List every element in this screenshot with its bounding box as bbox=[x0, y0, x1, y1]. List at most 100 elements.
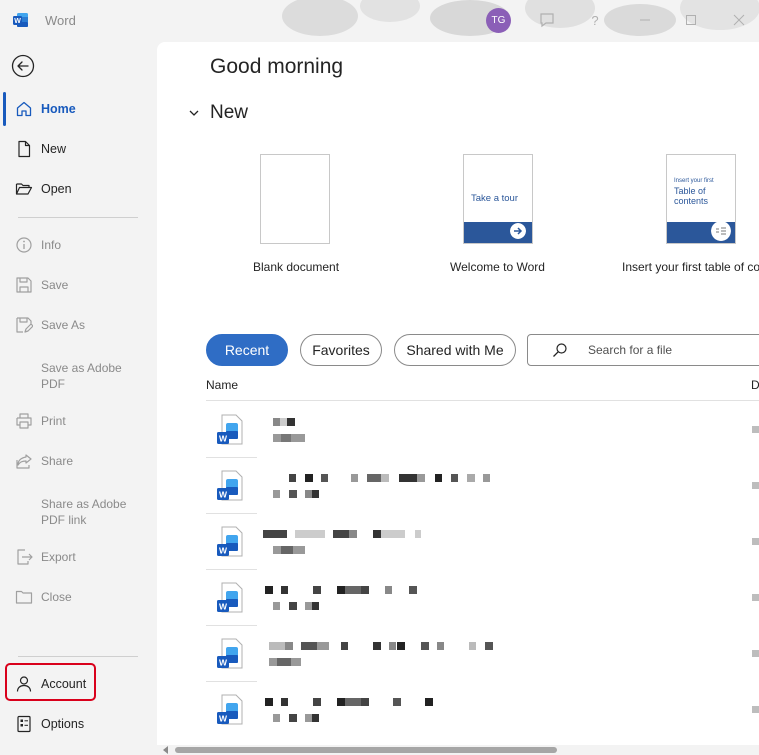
app-title: Word bbox=[45, 13, 76, 28]
sidebar-item-save-as[interactable]: Save As bbox=[0, 308, 157, 342]
folder-open-icon bbox=[15, 183, 33, 195]
pixelated-file-name bbox=[273, 418, 305, 442]
new-document-icon bbox=[18, 140, 31, 158]
word-file-icon: W bbox=[217, 638, 243, 669]
sidebar-item-label: Info bbox=[41, 238, 62, 252]
table-row[interactable]: W bbox=[206, 682, 759, 738]
sidebar-item-home[interactable]: Home bbox=[0, 92, 157, 126]
sidebar-item-export[interactable]: Export bbox=[0, 540, 157, 574]
welcome-template-thumbnail[interactable]: Take a tour bbox=[463, 154, 533, 244]
date-value bbox=[752, 706, 759, 713]
svg-text:W: W bbox=[219, 434, 228, 444]
maximize-icon[interactable] bbox=[682, 11, 700, 29]
pixelated-file-name bbox=[273, 474, 490, 498]
table-row[interactable]: W bbox=[206, 570, 759, 626]
sidebar-item-label: Print bbox=[41, 414, 66, 428]
horizontal-scrollbar[interactable] bbox=[157, 745, 759, 755]
help-icon[interactable]: ? bbox=[586, 11, 604, 29]
thumbnail-text: Take a tour bbox=[471, 193, 518, 204]
template-label: Blank document bbox=[253, 260, 340, 274]
word-app-icon: W bbox=[13, 13, 28, 27]
date-value bbox=[752, 426, 759, 433]
sidebar-item-label: Account bbox=[41, 677, 87, 691]
header-divider bbox=[206, 400, 759, 401]
sidebar-item-info[interactable]: Info bbox=[0, 228, 157, 262]
sidebar-item-share[interactable]: Share bbox=[0, 444, 157, 478]
scrollbar-thumb[interactable] bbox=[175, 747, 557, 753]
sidebar-item-label: Share bbox=[41, 454, 74, 468]
tab-recent[interactable]: Recent bbox=[206, 334, 288, 366]
home-icon bbox=[16, 101, 32, 117]
arrow-right-icon bbox=[510, 223, 526, 239]
toc-template-thumbnail[interactable]: Insert your first Table of contents bbox=[666, 154, 736, 244]
printer-icon bbox=[16, 413, 32, 429]
sidebar-item-label: Save as Adobe PDF bbox=[41, 361, 122, 391]
table-row[interactable]: W bbox=[206, 626, 759, 682]
table-row[interactable]: W bbox=[206, 402, 759, 458]
column-header-date[interactable]: D bbox=[751, 378, 759, 392]
scroll-left-icon[interactable] bbox=[163, 746, 168, 754]
sidebar-item-options[interactable]: Options bbox=[0, 707, 157, 741]
share-icon bbox=[16, 454, 32, 469]
pixelated-file-name bbox=[265, 586, 417, 610]
template-label: Welcome to Word bbox=[450, 260, 545, 274]
date-value bbox=[752, 538, 759, 545]
sidebar-item-new[interactable]: New bbox=[0, 132, 157, 166]
backstage-sidebar: Home New Open Info Save Save As Save as … bbox=[0, 42, 157, 755]
table-row[interactable]: W bbox=[206, 514, 759, 570]
sidebar-divider bbox=[18, 217, 138, 218]
svg-text:?: ? bbox=[591, 13, 598, 28]
column-header-name[interactable]: Name bbox=[206, 378, 238, 392]
date-value bbox=[752, 650, 759, 657]
sidebar-item-label: Open bbox=[41, 182, 72, 196]
save-icon bbox=[16, 277, 32, 293]
folder-close-icon bbox=[15, 590, 33, 604]
word-file-icon: W bbox=[217, 526, 243, 557]
svg-text:W: W bbox=[219, 658, 228, 668]
tab-shared-with-me[interactable]: Shared with Me bbox=[394, 334, 516, 366]
sidebar-item-label: Share as Adobe PDF link bbox=[41, 497, 127, 527]
search-box[interactable]: Search for a file bbox=[527, 334, 759, 366]
table-row[interactable]: W bbox=[206, 458, 759, 514]
sidebar-item-save[interactable]: Save bbox=[0, 268, 157, 302]
sidebar-item-account[interactable]: Account bbox=[0, 667, 157, 701]
close-window-icon[interactable] bbox=[730, 11, 748, 29]
thumbnail-text: Insert your first bbox=[674, 178, 714, 184]
minimize-icon[interactable] bbox=[636, 11, 654, 29]
sidebar-item-label: Save As bbox=[41, 318, 86, 332]
svg-text:W: W bbox=[219, 546, 228, 556]
sidebar-item-close[interactable]: Close bbox=[0, 580, 157, 614]
user-avatar[interactable]: TG bbox=[486, 8, 511, 33]
chevron-down-icon[interactable] bbox=[187, 106, 201, 120]
save-as-icon bbox=[16, 317, 33, 333]
sidebar-item-label: Save bbox=[41, 278, 69, 292]
pixelated-file-name bbox=[269, 642, 493, 666]
person-icon bbox=[16, 676, 32, 692]
sidebar-item-label: Export bbox=[41, 550, 76, 564]
info-icon bbox=[16, 237, 32, 253]
main-panel: Good morning New Blank document Take a t… bbox=[157, 42, 759, 755]
svg-text:W: W bbox=[219, 490, 228, 500]
sidebar-item-save-as-adobe-pdf[interactable]: Save as Adobe PDF bbox=[0, 356, 157, 396]
word-file-icon: W bbox=[217, 582, 243, 613]
search-input[interactable]: Search for a file bbox=[588, 343, 672, 357]
title-bar: W Word TG ? bbox=[0, 0, 759, 42]
pixelated-file-name bbox=[263, 530, 421, 554]
svg-text:W: W bbox=[219, 714, 228, 724]
sidebar-item-label: Close bbox=[41, 590, 72, 604]
tab-favorites[interactable]: Favorites bbox=[300, 334, 382, 366]
svg-text:W: W bbox=[14, 18, 21, 25]
sidebar-item-print[interactable]: Print bbox=[0, 404, 157, 438]
sidebar-item-share-adobe-pdf[interactable]: Share as Adobe PDF link bbox=[0, 492, 157, 532]
export-icon bbox=[17, 549, 33, 565]
back-arrow-icon[interactable] bbox=[11, 54, 35, 78]
date-value bbox=[752, 482, 759, 489]
word-file-icon: W bbox=[217, 694, 243, 725]
feedback-icon[interactable] bbox=[538, 11, 556, 29]
sidebar-item-open[interactable]: Open bbox=[0, 172, 157, 206]
sidebar-item-label: Home bbox=[41, 102, 76, 116]
sidebar-divider bbox=[18, 656, 138, 657]
word-file-icon: W bbox=[217, 414, 243, 445]
svg-text:W: W bbox=[219, 602, 228, 612]
blank-document-thumbnail[interactable] bbox=[260, 154, 330, 244]
